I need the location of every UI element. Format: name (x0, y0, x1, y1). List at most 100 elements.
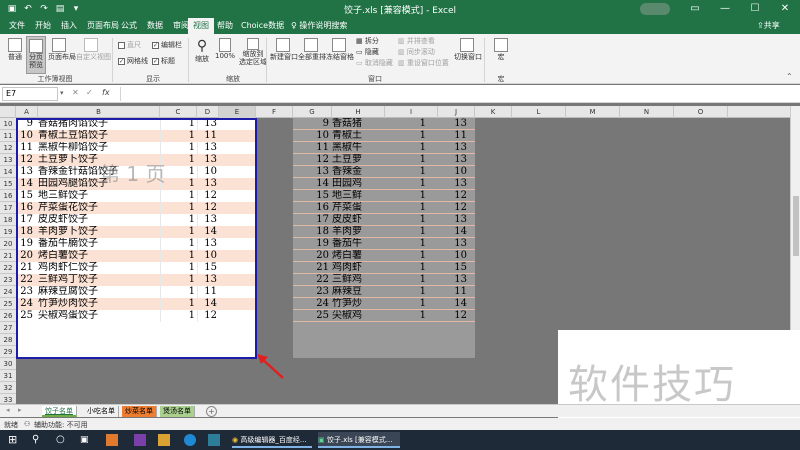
arrange-all-button[interactable]: 全部重排 (298, 38, 326, 62)
side-by-side-button[interactable]: ▥ 并排查看 (398, 36, 435, 46)
custom-view-button[interactable]: 自定义视图 (76, 38, 111, 72)
row-header[interactable]: 17 (0, 202, 16, 214)
page-break-border[interactable] (16, 118, 257, 359)
macros-button[interactable]: 宏 (490, 38, 512, 62)
row-header[interactable]: 11 (0, 130, 16, 142)
sheet-tab-soups[interactable]: 煲汤名单 (160, 406, 195, 417)
switch-window-button[interactable]: 切换窗口 (454, 38, 482, 62)
row-header[interactable]: 18 (0, 214, 16, 226)
maximize-button[interactable]: ☐ (740, 0, 770, 18)
table-row[interactable]: 10 青椒土 1 11 (293, 130, 475, 142)
column-header[interactable]: C (160, 106, 197, 118)
formula-input[interactable] (120, 87, 790, 101)
cancel-icon[interactable]: ✕ (72, 88, 79, 97)
page-break-preview-button[interactable]: 分页 预览 (26, 36, 46, 74)
row-header[interactable]: 28 (0, 334, 16, 346)
row-header[interactable]: 15 (0, 178, 16, 190)
next-sheet-icon[interactable]: ▸ (18, 406, 22, 414)
zoom-100-button[interactable]: 100% (214, 38, 236, 60)
column-header[interactable]: I (385, 106, 438, 118)
tab-view[interactable]: 视图 (188, 18, 214, 34)
accessibility-status[interactable]: 辅助功能: 不可用 (34, 420, 88, 430)
table-row[interactable]: 23 麻辣豆 1 11 (293, 286, 475, 298)
gridlines-checkbox[interactable]: ✓ 网格线 (118, 56, 148, 66)
add-sheet-icon[interactable]: + (206, 406, 217, 417)
share-button[interactable]: ⇪共享 (752, 18, 785, 34)
search-icon[interactable]: ⚲ (32, 432, 39, 448)
function-icon[interactable]: fx (102, 88, 110, 97)
unhide-button[interactable]: ▭ 取消隐藏 (356, 58, 393, 68)
sync-scroll-button[interactable]: ▥ 同步滚动 (398, 47, 435, 57)
scrollbar-thumb[interactable] (793, 196, 799, 256)
row-header[interactable]: 27 (0, 322, 16, 334)
row-header[interactable]: 26 (0, 310, 16, 322)
table-row[interactable]: 18 羊肉萝 1 14 (293, 226, 475, 238)
taskbar-browser-button[interactable]: ◉ 高级编辑器_百度经... (232, 432, 312, 448)
sheet-tab-stir-fry[interactable]: 炒菜名单 (122, 406, 157, 417)
tell-me-search[interactable]: ♀ 操作说明搜索 (286, 18, 352, 34)
row-header[interactable]: 29 (0, 346, 16, 358)
task-view-icon[interactable]: ▣ (80, 432, 89, 448)
row-header[interactable]: 19 (0, 226, 16, 238)
column-header[interactable]: O (674, 106, 728, 118)
row-header[interactable]: 23 (0, 274, 16, 286)
enter-icon[interactable]: ✓ (86, 88, 93, 97)
row-header[interactable]: 32 (0, 382, 16, 394)
zoom-selection-button[interactable]: 缩放到 选定区域 (238, 38, 268, 66)
tab-insert[interactable]: 插入 (56, 18, 82, 34)
table-row[interactable]: 19 番茄牛 1 13 (293, 238, 475, 250)
column-header[interactable]: L (512, 106, 566, 118)
windows-start-icon[interactable]: ⊞ (8, 432, 17, 448)
formula-bar-checkbox[interactable]: ✓ 编辑栏 (152, 40, 182, 50)
row-header[interactable]: 25 (0, 298, 16, 310)
tab-help[interactable]: 帮助 (212, 18, 238, 34)
table-row[interactable]: 17 皮皮虾 1 13 (293, 214, 475, 226)
tab-data[interactable]: 数据 (142, 18, 168, 34)
row-header[interactable]: 13 (0, 154, 16, 166)
sheet-tab-snacks[interactable]: 小吃名单 (84, 406, 119, 417)
normal-view-button[interactable]: 普通 (6, 38, 24, 72)
row-header[interactable]: 16 (0, 190, 16, 202)
table-row[interactable]: 12 土豆萝 1 13 (293, 154, 475, 166)
tab-formulas[interactable]: 公式 (116, 18, 142, 34)
file-explorer-icon[interactable] (158, 434, 170, 446)
column-header[interactable]: G (293, 106, 332, 118)
app-icon[interactable] (208, 434, 220, 446)
hide-button[interactable]: ▭ 隐藏 (356, 47, 379, 57)
taskbar-excel-button[interactable]: ▣ 饺子.xls [兼容模式... (318, 432, 400, 448)
user-avatar[interactable] (640, 3, 670, 15)
row-header[interactable]: 24 (0, 286, 16, 298)
ribbon-display-icon[interactable]: ▭ (680, 0, 710, 18)
tab-file[interactable]: 文件 (4, 18, 30, 34)
column-header[interactable]: A (16, 106, 38, 118)
column-header[interactable]: E (219, 106, 256, 118)
table-row[interactable]: 11 黑椒牛 1 13 (293, 142, 475, 154)
cortana-icon[interactable]: ○ (56, 432, 65, 448)
row-header[interactable]: 30 (0, 358, 16, 370)
sheet-tab-dumplings[interactable]: 饺子名单 (42, 406, 77, 417)
row-header[interactable]: 22 (0, 262, 16, 274)
row-header[interactable]: 21 (0, 250, 16, 262)
table-row[interactable]: 24 竹笋炒 1 14 (293, 298, 475, 310)
name-box-dropdown-icon[interactable]: ▾ (60, 89, 64, 97)
onenote-icon[interactable] (134, 434, 146, 446)
table-row[interactable]: 14 田园鸡 1 13 (293, 178, 475, 190)
row-header[interactable]: 12 (0, 142, 16, 154)
table-row[interactable]: 25 尖椒鸡 1 12 (293, 310, 475, 322)
name-box[interactable]: E7 (2, 87, 58, 101)
row-header[interactable]: 31 (0, 370, 16, 382)
select-all-corner[interactable] (0, 106, 16, 118)
column-header[interactable]: D (197, 106, 219, 118)
table-row[interactable]: 20 烤白薯 1 10 (293, 250, 475, 262)
row-header[interactable]: 33 (0, 394, 16, 404)
minimize-button[interactable]: — (710, 0, 740, 18)
table-row[interactable]: 16 芹菜蛋 1 12 (293, 202, 475, 214)
column-header[interactable]: K (475, 106, 512, 118)
tab-home[interactable]: 开始 (30, 18, 56, 34)
table-row[interactable]: 13 香辣金 1 10 (293, 166, 475, 178)
column-header[interactable]: F (256, 106, 293, 118)
freeze-panes-button[interactable]: 冻结窗格 (326, 38, 354, 62)
app-icon[interactable] (106, 434, 118, 446)
new-window-button[interactable]: 新建窗口 (270, 38, 298, 62)
ruler-checkbox[interactable]: 直尺 (118, 40, 141, 50)
